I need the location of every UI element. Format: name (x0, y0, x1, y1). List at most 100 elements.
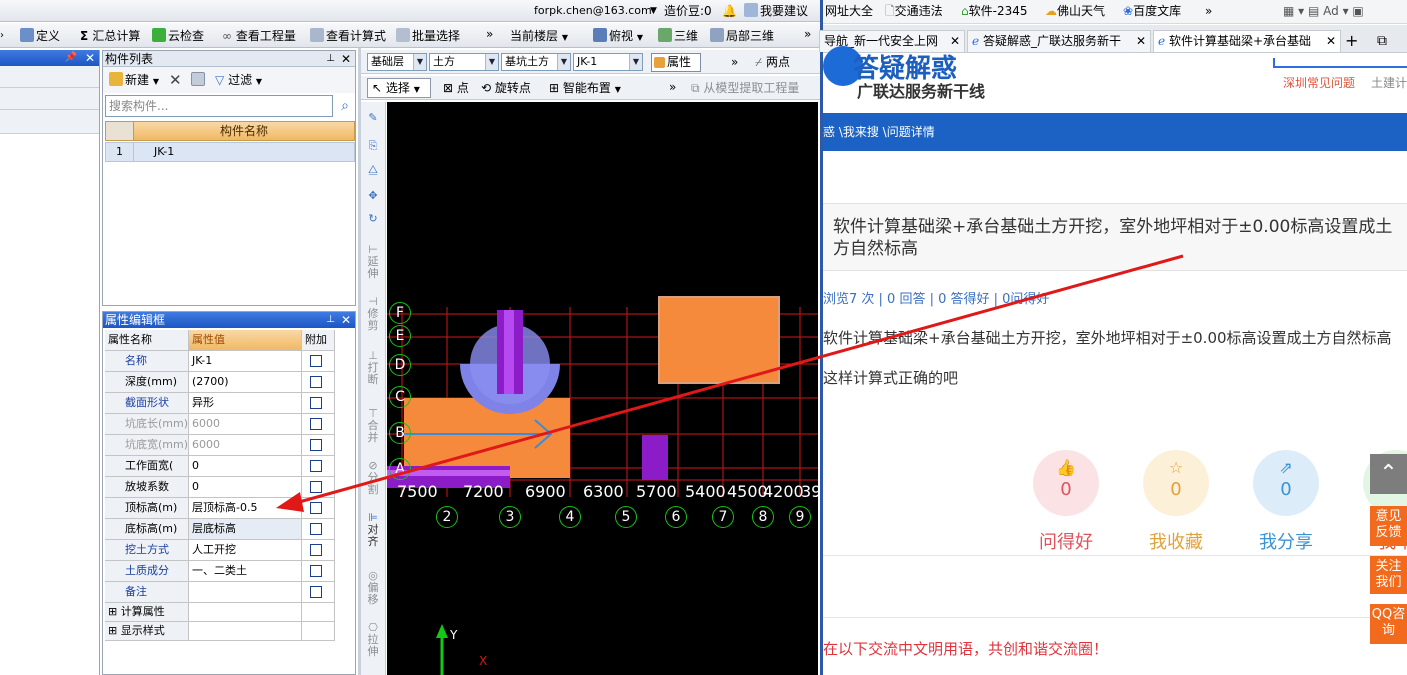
close-icon[interactable]: ✕ (1325, 31, 1336, 51)
component-select[interactable]: JK-1 ▼ (573, 53, 643, 71)
sum-calc-button[interactable]: Σ 汇总计算 (80, 25, 140, 47)
three-d-button[interactable]: 三维 (658, 25, 698, 47)
action-circle[interactable]: ☆ 0 (1143, 450, 1209, 516)
bookmark-item[interactable]: ☁佛山天气 (1045, 0, 1105, 22)
overflow-icon[interactable]: » (486, 23, 493, 45)
tab-qa[interactable]: ℯ 答疑解惑_广联达服务新干 ✕ (967, 30, 1151, 52)
col-axis-marker[interactable]: 4 (559, 506, 581, 528)
feedback-button[interactable]: 意见反馈 (1370, 506, 1407, 546)
breadcrumb[interactable]: 惑 \我来搜 \问题详情 (823, 113, 1407, 151)
pin-icon[interactable]: ⊥ (326, 51, 335, 67)
more-bookmarks-icon[interactable]: » (1205, 0, 1212, 22)
back-to-top-button[interactable]: ⌃ (1370, 454, 1407, 494)
prop-value[interactable]: (2700) (189, 372, 302, 393)
copy-tool-icon[interactable]: ⎘ (366, 140, 380, 152)
extend-tool[interactable]: ⊢ 延伸 (366, 244, 380, 280)
left-pane-row[interactable] (0, 66, 99, 88)
row-axis-marker[interactable]: C (389, 386, 411, 408)
action-circle[interactable]: ⇗ 0 (1253, 450, 1319, 516)
overflow-right-icon[interactable]: » (804, 23, 811, 45)
close-icon[interactable]: ✕ (1136, 31, 1146, 51)
follow-button[interactable]: 关注我们 (1370, 556, 1407, 594)
tab-active[interactable]: ℯ 软件计算基础梁+承台基础 ✕ (1153, 30, 1341, 52)
smart-place-button[interactable]: ⊞ 智能布置 ▼ (549, 77, 621, 99)
row-axis-marker[interactable]: A (389, 458, 411, 480)
search-box-edge[interactable] (1273, 58, 1407, 68)
extract-qty-button[interactable]: ⧉ 从模型提取工程量 (691, 77, 799, 99)
action-label[interactable]: 我收藏 (1133, 528, 1219, 554)
checkbox[interactable] (310, 565, 322, 577)
close-icon[interactable]: ✕ (85, 50, 95, 66)
checkbox[interactable] (310, 502, 322, 514)
prop-value[interactable]: 层顶标高-0.5 (189, 498, 302, 519)
tab-list-icon[interactable]: ⧉ (1377, 30, 1387, 52)
action-label[interactable]: 我分享 (1243, 528, 1329, 554)
trim-tool[interactable]: ⊣ 修剪 (366, 296, 380, 332)
batch-select-button[interactable]: 批量选择 (396, 25, 460, 47)
prop-group[interactable]: ⊞ 计算属性 (105, 603, 189, 622)
prop-value[interactable] (189, 582, 302, 603)
col-axis-marker[interactable]: 2 (436, 506, 458, 528)
merge-tool[interactable]: ⊤ 合并 (366, 408, 380, 444)
overflow-icon[interactable]: » (669, 76, 676, 98)
prop-value[interactable]: 层底标高 (189, 519, 302, 540)
offset-tool[interactable]: ◎ 偏移 (366, 570, 380, 606)
bookmark-item[interactable]: ❀百度文库 (1123, 0, 1181, 22)
two-points-button[interactable]: ⌿ 两点 (755, 51, 790, 73)
row-axis-marker[interactable]: B (389, 422, 411, 444)
type-select[interactable]: 土方 ▼ (429, 53, 499, 71)
close-icon[interactable]: ✕ (341, 51, 351, 67)
prop-value[interactable]: 0 (189, 456, 302, 477)
header-link[interactable]: 土建计 (1371, 74, 1407, 91)
row-axis-marker[interactable]: F (389, 302, 411, 324)
row-axis-marker[interactable]: D (389, 354, 411, 376)
left-pane-row[interactable] (0, 110, 99, 134)
brush-icon[interactable]: ✎ (366, 112, 380, 124)
point-button[interactable]: ⊠ 点 (443, 77, 469, 99)
action-circle[interactable]: 👍 0 (1033, 450, 1099, 516)
header-link[interactable]: 深圳常见问题 (1283, 74, 1355, 91)
prop-value[interactable]: 人工开挖 (189, 540, 302, 561)
cloud-check-button[interactable]: 云检查 (152, 25, 204, 47)
action-label[interactable]: 问得好 (1023, 528, 1109, 554)
mirror-icon[interactable]: ⧋ (366, 164, 380, 176)
stretch-tool[interactable]: ⎔ 拉伸 (366, 622, 380, 658)
break-tool[interactable]: ⊥ 打断 (366, 350, 380, 386)
dropdown-arrow-icon[interactable]: ▼ (650, 0, 657, 22)
prop-group[interactable]: ⊞ 显示样式 (105, 622, 189, 641)
move-icon[interactable]: ✥ (366, 190, 380, 202)
expand-icon[interactable]: ⊞ (108, 624, 121, 637)
checkbox[interactable] (310, 586, 322, 598)
new-tab-icon[interactable]: + (1345, 30, 1358, 52)
user-email[interactable]: forpk.chen@163.com (534, 0, 652, 22)
checkbox[interactable] (310, 523, 322, 535)
row-axis-marker[interactable]: E (389, 325, 411, 347)
bell-icon[interactable]: 🔔 (722, 0, 737, 22)
property-button[interactable]: 属性 (651, 53, 701, 72)
drawing-canvas[interactable]: FEDCBA 2 3 4 5 6 789 7500 7200 6900 6300 5700 5400… (387, 102, 818, 675)
toolbar-icons[interactable]: ▦ ▾ ▤ Ad ▾ ▣ (1283, 0, 1364, 22)
component-search-input[interactable]: 搜索构件... (105, 95, 333, 117)
checkbox[interactable] (310, 418, 322, 430)
qq-button[interactable]: QQ咨询 (1370, 604, 1407, 644)
col-axis-marker[interactable]: 3 (499, 506, 521, 528)
prop-value[interactable]: 6000 (189, 435, 302, 456)
more-left-icon[interactable]: › (0, 25, 4, 47)
col-axis-marker[interactable]: 5 (615, 506, 637, 528)
pin-icon[interactable]: ⊥ (326, 312, 335, 328)
copy-icon[interactable] (191, 69, 207, 91)
rotate-tool-icon[interactable]: ↻ (366, 213, 380, 225)
col-axis-marker[interactable]: 9 (789, 506, 811, 528)
suggest-button[interactable]: 我要建议 (744, 0, 808, 22)
align-tool[interactable]: ⊫ 对齐 (366, 512, 380, 548)
layer-select[interactable]: 基础层 ▼ (367, 53, 427, 71)
select-button[interactable]: ↖ 选择 ▼ (367, 78, 431, 98)
prop-value[interactable]: 0 (189, 477, 302, 498)
pin-icon[interactable]: 📌 (65, 50, 77, 66)
checkbox[interactable] (310, 439, 322, 451)
question-stats[interactable]: 浏览7 次 | 0 回答 | 0 答得好 | 0问得好 (823, 288, 1049, 307)
checkbox[interactable] (310, 460, 322, 472)
prop-value[interactable]: JK-1 (189, 351, 302, 372)
local-3d-button[interactable]: 局部三维 (710, 25, 774, 47)
split-tool[interactable]: ⊘ 分割 (366, 460, 380, 496)
